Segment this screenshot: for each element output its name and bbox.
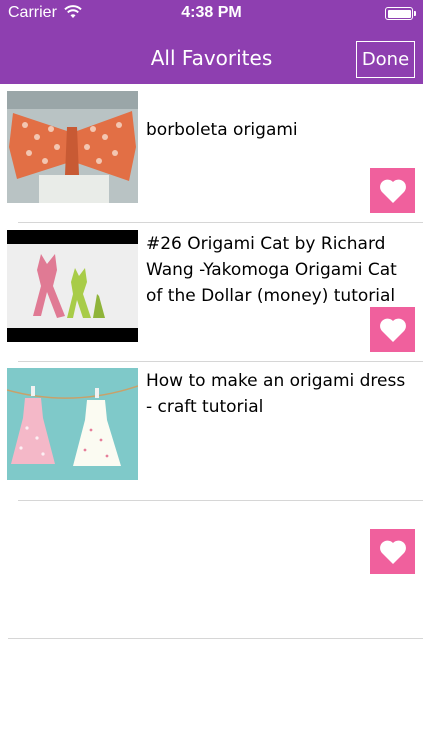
heart-icon [379, 540, 406, 564]
item-title: borboleta origami [146, 120, 298, 140]
done-button[interactable]: Done [356, 41, 415, 78]
origami-butterfly-thumbnail [7, 91, 138, 203]
list-item[interactable]: #26 Origami Cat by Richard Wang -Yakomog… [0, 223, 423, 362]
list-item[interactable]: How to make an origami dress - craft tut… [0, 362, 423, 574]
favorite-button[interactable] [370, 529, 415, 574]
item-title: #26 Origami Cat by Richard Wang -Yakomog… [146, 234, 397, 306]
favorite-button[interactable] [370, 168, 415, 213]
origami-dress-thumbnail [7, 368, 138, 480]
list-item[interactable]: borboleta origami [0, 84, 423, 223]
nav-bar: Carrier 4:38 PM All Favorites Done [0, 0, 423, 84]
heart-icon [379, 179, 406, 203]
row-divider [18, 500, 423, 501]
item-title: How to make an origami dress - craft tut… [146, 371, 406, 417]
status-bar: Carrier 4:38 PM [0, 0, 423, 28]
battery-icon [385, 7, 416, 20]
status-time: 4:38 PM [181, 4, 242, 21]
row-divider [8, 638, 423, 639]
heart-icon [379, 318, 406, 342]
origami-cat-thumbnail [7, 230, 138, 342]
favorite-button[interactable] [370, 307, 415, 352]
